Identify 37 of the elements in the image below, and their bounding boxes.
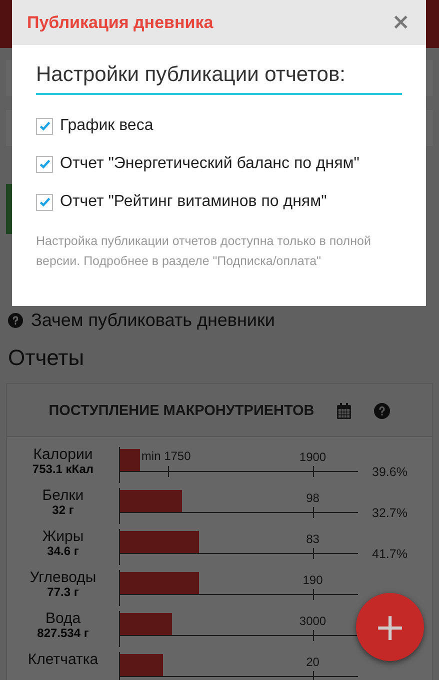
note-text: Настройка публикации отчетов доступна только в полной версии. Подробнее в разделе "Подписка/оплата" [36,233,372,270]
nutrient-name: Клетчатка [28,652,98,668]
nutrient-name: Углеводы [30,570,96,586]
calendar-icon[interactable] [336,402,352,420]
dialog-heading: Настройки публикации отчетов: [36,63,402,95]
nutrient-amount: 32 г [52,504,74,516]
target-value: 1900 [299,450,326,464]
nutrient-name: Вода [45,611,81,627]
option-label: Отчет "Энергетический баланс по дням" [60,155,360,173]
checkbox[interactable] [36,156,53,172]
percent-value: 32.7% [372,506,408,520]
checkbox[interactable] [36,118,53,134]
nutrient-name: Калории [33,447,93,463]
section-title: Отчеты [7,344,86,372]
option-label: Отчет "Рейтинг витаминов по дням" [60,193,327,211]
checkbox[interactable] [36,194,53,210]
help-link[interactable]: Зачем публиковать дневники [31,310,275,331]
nutrient-name: Белки [42,488,84,504]
dialog-title: Публикация дневника [27,12,214,32]
target-value: 190 [302,573,323,587]
percent-value: 41.7% [372,547,408,561]
min-label: min 1750 [141,449,191,463]
target-value: 20 [306,655,320,669]
card-title: ПОСТУПЛЕНИЕ МАКРОНУТРИЕНТОВ [48,403,314,419]
close-button[interactable]: × [390,10,412,35]
target-value: 3000 [299,614,326,628]
help-icon[interactable] [374,403,390,419]
nutrient-amount: 34.6 г [47,544,79,558]
help-icon [8,313,23,328]
percent-value: 39.6% [372,465,408,479]
target-value: 98 [306,491,320,505]
nutrient-amount: 827.534 г [37,626,89,640]
nutrient-amount: 753.1 кКал [32,462,94,476]
nutrient-amount: 77.3 г [47,586,79,598]
option-label: График веса [60,117,154,135]
target-value: 83 [306,532,320,546]
nutrient-name: Жиры [42,529,84,545]
